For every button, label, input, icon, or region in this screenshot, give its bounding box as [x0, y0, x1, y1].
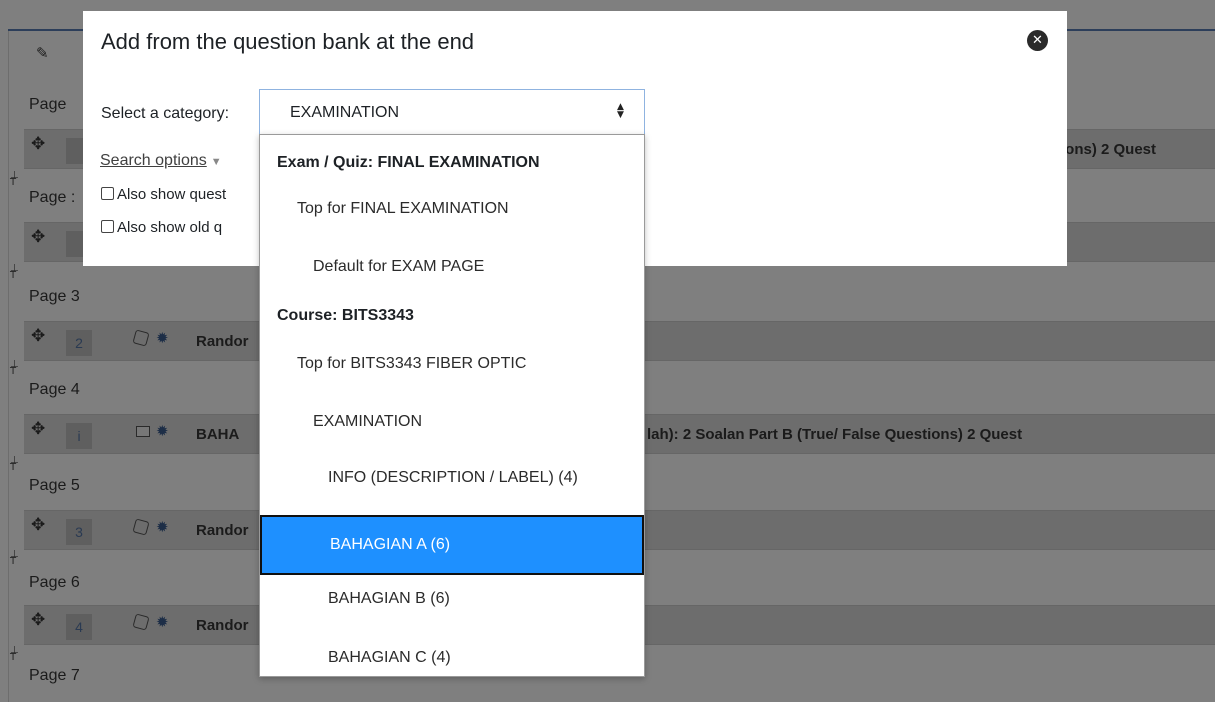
move-icon[interactable]: ✥ — [31, 419, 45, 439]
split-page-icon[interactable]: ⊥ T — [10, 360, 20, 377]
slot-question-title[interactable]: Randor — [196, 522, 249, 539]
page-label-3: Page 3 — [29, 288, 80, 305]
search-options-label: Search options — [100, 152, 207, 169]
page-label-6: Page 6 — [29, 574, 80, 591]
description-icon — [136, 426, 150, 437]
move-icon[interactable]: ✥ — [31, 227, 45, 247]
dropdown-option[interactable]: BAHAGIAN B (6) — [260, 581, 644, 617]
random-dice-icon — [132, 613, 150, 631]
split-page-icon[interactable]: ⊥ T — [10, 264, 20, 281]
slot-question-title[interactable]: BAHA — [196, 426, 239, 443]
category-label: Select a category: — [101, 105, 230, 122]
checkbox-box[interactable] — [101, 187, 114, 200]
gear-icon[interactable]: ✹ — [156, 422, 169, 440]
slot-number: 4 — [66, 614, 92, 640]
dropdown-group-header: Exam / Quiz: FINAL EXAMINATION — [277, 154, 540, 171]
move-icon[interactable]: ✥ — [31, 326, 45, 346]
dropdown-group-header: Course: BITS3343 — [277, 307, 414, 324]
caret-down-icon: ▼ — [210, 156, 222, 168]
slot-question-title[interactable]: Randor — [196, 617, 249, 634]
dropdown-option[interactable]: BAHAGIAN C (4) — [260, 640, 644, 676]
dialog-title: Add from the question bank at the end — [101, 29, 475, 54]
slot-text-overflow: tions) 2 Quest — [1056, 141, 1157, 158]
dropdown-option[interactable]: Top for BITS3343 FIBER OPTIC — [260, 346, 644, 382]
split-page-icon[interactable]: ⊥ T — [10, 646, 20, 663]
gear-icon[interactable]: ✹ — [156, 518, 169, 536]
slot-number: 3 — [66, 519, 92, 545]
edit-pencil-icon[interactable]: ✎ — [36, 44, 49, 62]
dropdown-option[interactable]: BAHAGIAN A (6) — [260, 515, 644, 575]
also-show-questions-checkbox[interactable]: Also show quest — [101, 186, 226, 203]
page-label-7: Page 7 — [29, 667, 80, 684]
search-options-toggle[interactable]: Search options ▼ — [100, 152, 222, 170]
move-icon[interactable]: ✥ — [31, 515, 45, 535]
page-label-2: Page : — [29, 189, 76, 206]
page-label-1: Page — [29, 96, 67, 113]
random-dice-icon — [132, 329, 150, 347]
random-dice-icon — [132, 518, 150, 536]
move-icon[interactable]: ✥ — [31, 134, 45, 154]
also-show-old-questions-checkbox[interactable]: Also show old q — [101, 219, 222, 236]
slot-text-overflow: lah): 2 Soalan Part B (True/ False Quest… — [647, 426, 1023, 443]
page-label-4: Page 4 — [29, 381, 80, 398]
slot-question-title[interactable]: Randor — [196, 333, 249, 350]
checkbox-label: Also show old q — [117, 219, 223, 236]
dropdown-option[interactable]: Top for FINAL EXAMINATION — [260, 191, 644, 227]
category-select[interactable]: EXAMINATION ▲ ▼ — [259, 89, 645, 134]
gear-icon[interactable]: ✹ — [156, 329, 169, 347]
slot-number: 2 — [66, 330, 92, 356]
category-select-value: EXAMINATION — [290, 104, 400, 121]
split-page-icon[interactable]: ⊥ T — [10, 171, 20, 188]
category-dropdown-list: Exam / Quiz: FINAL EXAMINATION Top for FI… — [259, 134, 645, 677]
close-icon[interactable]: ✕ — [1027, 30, 1048, 51]
split-page-icon[interactable]: ⊥ T — [10, 456, 20, 473]
select-arrows-icon: ▲ ▼ — [617, 102, 624, 120]
dropdown-option[interactable]: Default for EXAM PAGE — [260, 249, 644, 285]
slot-number: i — [66, 423, 92, 449]
dropdown-option[interactable]: EXAMINATION — [260, 404, 644, 440]
checkbox-label: Also show quest — [117, 186, 227, 203]
split-page-icon[interactable]: ⊥ T — [10, 550, 20, 567]
gear-icon[interactable]: ✹ — [156, 613, 169, 631]
checkbox-box[interactable] — [101, 220, 114, 233]
dropdown-option[interactable]: INFO (DESCRIPTION / LABEL) (4) — [260, 460, 644, 496]
move-icon[interactable]: ✥ — [31, 610, 45, 630]
left-border — [8, 31, 9, 702]
page-label-5: Page 5 — [29, 477, 80, 494]
